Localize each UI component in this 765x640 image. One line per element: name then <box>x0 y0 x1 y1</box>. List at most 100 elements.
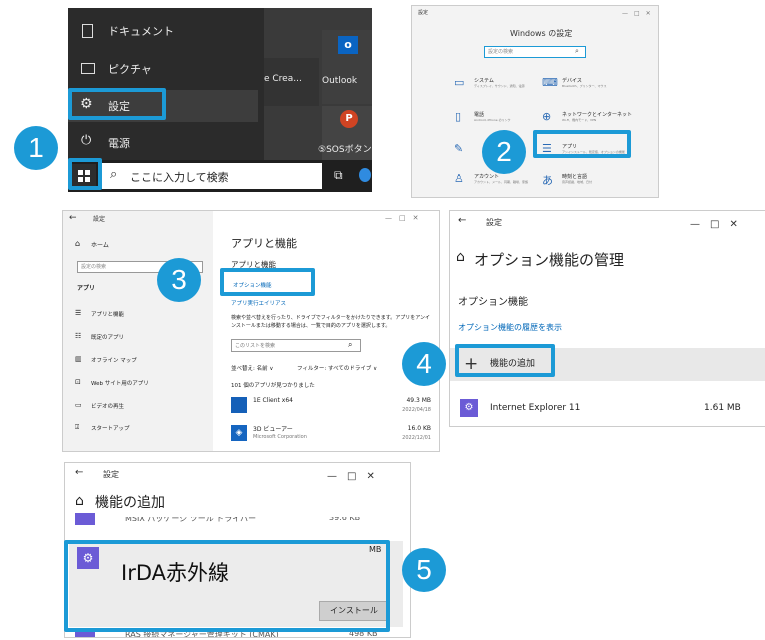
tile-creative[interactable]: e Crea... <box>264 58 319 106</box>
step5-badge: 5 <box>402 548 446 592</box>
step3-window-label: 設定 <box>93 216 106 223</box>
keyboard-icon: ⌨ <box>542 76 558 89</box>
app-name: 3D ビューアー <box>253 426 293 433</box>
step3-link-app-alias[interactable]: アプリ実行エイリアス <box>231 299 286 307</box>
default-apps-icon: ☷ <box>75 332 82 340</box>
step4-feature-row[interactable]: ⚙ Internet Explorer 11 1.61 MB <box>450 397 765 423</box>
picture-icon <box>81 63 95 74</box>
language-icon: あ <box>542 174 553 187</box>
step5-window-label: 設定 <box>103 470 119 479</box>
category-network-desc: Wi-Fi、機内モード、VPN <box>562 118 597 122</box>
step3-apps-features: ← 設定 — □ ✕ ⌂ ホーム 設定の検索 アプリ ☰ アプリと機能 ☷ 既定… <box>62 210 440 452</box>
category-accounts[interactable]: ♙ アカウント アカウント、メール、同期、職場、家族 <box>454 172 534 192</box>
category-network[interactable]: ⊕ ネットワークとインターネット Wi-Fi、機内モード、VPN <box>542 110 642 130</box>
step5-feature-row[interactable]: MSIX パッケージ ツール ドライバー 39.6 KB <box>65 513 410 537</box>
step3-nav-web-apps[interactable]: ⊡ Web サイト用のアプリ <box>75 378 205 390</box>
category-devices[interactable]: ⌨ デバイス Bluetooth、プリンター、マウス <box>542 76 632 96</box>
step3-app-row[interactable]: ◈ 3D ビューアー Microsoft Corporation 16.0 KB… <box>231 423 431 445</box>
step3-nav-label-1: 既定のアプリ <box>91 335 125 341</box>
menu-item-pictures[interactable]: ピクチャ <box>68 56 258 84</box>
tile-sos-label: ⑤SOSボタン配 <box>318 145 372 155</box>
puzzle-icon: ⚙ <box>460 399 478 417</box>
step3-nav-label-5: スタートアップ <box>91 426 130 432</box>
step3-description: 検索や並べ替えを行ったり、ドライブでフィルターをかけたりできます。アプリをアンイ… <box>231 315 431 329</box>
step3-sort-dropdown[interactable]: 並べ替え: 名前 ∨ <box>231 364 273 372</box>
step3-window-controls[interactable]: — □ ✕ <box>385 213 418 223</box>
step3-app-row[interactable]: 1E Client x64 49.3 MB 2022/04/18 <box>231 395 431 417</box>
app-date: 2022/12/01 <box>402 435 431 441</box>
powerpoint-icon: P <box>340 110 358 128</box>
power-icon: ⏻ <box>81 133 92 148</box>
step3-nav-startup[interactable]: ⍗ スタートアップ <box>75 423 205 435</box>
home-icon: ⌂ <box>75 239 81 248</box>
step4-optional-features: ← 設定 — □ ✕ ⌂ オプション機能の管理 オプション機能 オプション機能の… <box>449 210 765 427</box>
taskbar-search-box[interactable]: ⌕ ここに入力して検索 <box>102 163 322 189</box>
step5-back-button[interactable]: ← <box>75 467 83 478</box>
step5-highlight-feature <box>64 540 390 632</box>
app-name: 1E Client x64 <box>253 397 293 404</box>
menu-item-documents[interactable]: ドキュメント <box>68 18 258 46</box>
menu-item-power[interactable]: ⏻ 電源 <box>68 130 258 158</box>
step3-section-label: アプリ <box>77 285 96 292</box>
puzzle-icon <box>75 631 95 637</box>
step3-nav-home[interactable]: ⌂ ホーム <box>75 239 205 253</box>
step3-nav-label-3: Web サイト用のアプリ <box>91 381 149 387</box>
web-app-icon: ⊡ <box>75 378 81 386</box>
step2-windows-settings: 設定 — □ ✕ Windows の設定 設定の検索 ⌕ ▭ システム ディスプ… <box>411 5 659 198</box>
step1-highlight-settings <box>68 88 166 120</box>
step2-title: Windows の設定 <box>510 29 573 38</box>
brush-icon: ✎ <box>454 142 464 155</box>
step3-nav-default-apps[interactable]: ☷ 既定のアプリ <box>75 332 205 344</box>
step1-badge: 1 <box>14 126 58 170</box>
puzzle-icon <box>75 513 95 525</box>
step5-feature-name: MSIX パッケージ ツール ドライバー <box>125 514 257 523</box>
step5-window-controls[interactable]: — □ ✕ <box>327 467 375 482</box>
category-personalization[interactable]: ✎ <box>454 142 484 162</box>
step3-nav-video[interactable]: ▭ ビデオの再生 <box>75 401 205 413</box>
step4-highlight-add-feature <box>455 344 555 377</box>
category-system[interactable]: ▭ システム ディスプレイ、サウンド、通知、電源 <box>454 76 534 96</box>
step3-sidebar-search-placeholder: 設定の検索 <box>81 264 107 270</box>
step3-back-button[interactable]: ← <box>69 213 77 223</box>
tile-outlook[interactable]: o Outlook <box>322 30 372 104</box>
step2-search-box[interactable]: 設定の検索 ⌕ <box>484 46 586 58</box>
step3-list-search[interactable]: このリストを検索 ⌕ <box>231 339 361 352</box>
category-time-language[interactable]: あ 時刻と言語 音声認識、地域、日付 <box>542 172 632 192</box>
step4-history-link[interactable]: オプション機能の履歴を表示 <box>458 322 562 333</box>
step3-nav-apps-features[interactable]: ☰ アプリと機能 <box>75 309 205 321</box>
category-system-name: システム <box>474 78 494 84</box>
step4-window-controls[interactable]: — □ ✕ <box>690 215 738 230</box>
step4-badge: 4 <box>402 342 446 386</box>
search-icon: ⌕ <box>575 47 579 55</box>
step3-filter-dropdown[interactable]: フィルター: すべてのドライブ ∨ <box>297 364 377 372</box>
step4-back-button[interactable]: ← <box>458 215 466 226</box>
app-size: 49.3 MB <box>406 397 431 404</box>
taskbar-search-placeholder: ここに入力して検索 <box>130 171 229 184</box>
app-icon-3d-viewer: ◈ <box>231 425 247 441</box>
step1-highlight-start <box>68 158 102 190</box>
video-icon: ▭ <box>75 401 82 409</box>
step3-nav-home-label: ホーム <box>91 242 109 249</box>
search-icon: ⌕ <box>348 340 353 349</box>
category-accounts-name: アカウント <box>474 174 500 180</box>
step5-page-title: 機能の追加 <box>95 495 165 511</box>
step4-feature-size: 1.61 MB <box>704 403 741 413</box>
menu-item-pictures-label: ピクチャ <box>108 63 152 76</box>
category-phone[interactable]: ▯ 電話 Android, iPhone のリンク <box>454 110 534 130</box>
search-icon: ⌕ <box>110 167 118 182</box>
step3-nav-offline-maps[interactable]: ▥ オフライン マップ <box>75 355 205 367</box>
step3-highlight-optional-features <box>220 268 315 296</box>
step3-nav-label-0: アプリと機能 <box>91 312 125 318</box>
step3-badge: 3 <box>157 258 201 302</box>
edge-icon[interactable] <box>359 168 371 182</box>
tile-sos[interactable]: P ⑤SOSボタン配 <box>318 106 372 160</box>
app-publisher: Microsoft Corporation <box>253 434 307 440</box>
category-phone-name: 電話 <box>474 112 485 118</box>
apps-list-icon: ☰ <box>75 309 82 317</box>
task-view-icon[interactable]: ⧉ <box>334 168 343 183</box>
category-phone-desc: Android, iPhone のリンク <box>474 118 511 122</box>
step4-page-title: オプション機能の管理 <box>474 251 625 269</box>
step2-window-controls[interactable]: — □ ✕ <box>622 8 651 17</box>
globe-icon: ⊕ <box>542 110 552 123</box>
app-icon-1e-client <box>231 397 247 413</box>
